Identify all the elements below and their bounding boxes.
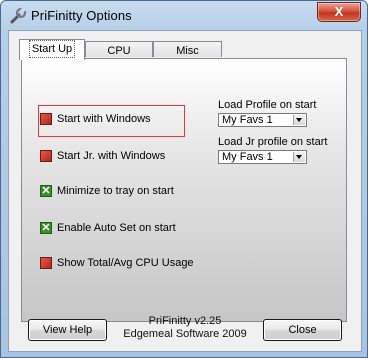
checkbox-unchecked-icon[interactable]	[40, 150, 52, 162]
load-jr-profile-select[interactable]: My Favs 1	[218, 150, 307, 164]
options-window: PriFinitty Options X Start Up CPU Graphs…	[0, 0, 368, 358]
client-area: Start Up CPU Graphs Misc Start with Wind…	[8, 30, 362, 352]
chevron-down-icon[interactable]	[293, 115, 305, 125]
option-label: Start Jr. with Windows	[57, 150, 166, 162]
checkbox-unchecked-icon[interactable]	[40, 257, 52, 269]
window-title: PriFinitty Options	[31, 8, 132, 23]
tab-start-up-label: Start Up	[28, 40, 76, 58]
option-label: Start with Windows	[57, 113, 151, 125]
tab-misc[interactable]: Misc	[153, 41, 222, 57]
checkbox-unchecked-icon[interactable]	[40, 113, 52, 125]
option-start-with-windows[interactable]: Start with Windows	[40, 111, 151, 127]
option-show-total-avg-cpu[interactable]: Show Total/Avg CPU Usage	[40, 255, 194, 271]
tab-start-up[interactable]: Start Up	[19, 39, 85, 60]
option-minimize-to-tray[interactable]: ✕ Minimize to tray on start	[40, 183, 174, 199]
view-help-button[interactable]: View Help	[28, 319, 107, 341]
load-profile-value: My Favs 1	[222, 114, 273, 126]
load-jr-profile-label: Load Jr profile on start	[218, 136, 328, 148]
close-button[interactable]: Close	[263, 319, 342, 341]
option-label: Minimize to tray on start	[57, 185, 174, 197]
start-up-panel: Start with Windows Start Jr. with Window…	[21, 58, 347, 322]
checkbox-checked-icon[interactable]: ✕	[40, 222, 52, 234]
option-label: Enable Auto Set on start	[57, 222, 176, 234]
option-start-jr-with-windows[interactable]: Start Jr. with Windows	[40, 148, 165, 164]
option-enable-auto-set[interactable]: ✕ Enable Auto Set on start	[40, 220, 176, 236]
chevron-down-icon[interactable]	[293, 152, 305, 162]
load-profile-label: Load Profile on start	[218, 99, 317, 111]
load-profile-select[interactable]: My Favs 1	[218, 113, 307, 127]
window-close-button[interactable]: X	[317, 2, 361, 22]
tab-cpu-graphs[interactable]: CPU Graphs	[85, 41, 153, 73]
option-label: Show Total/Avg CPU Usage	[57, 257, 194, 269]
wrench-icon	[10, 7, 27, 24]
checkbox-checked-icon[interactable]: ✕	[40, 185, 52, 197]
load-jr-profile-value: My Favs 1	[222, 151, 273, 163]
title-bar[interactable]: PriFinitty Options X	[1, 1, 367, 31]
